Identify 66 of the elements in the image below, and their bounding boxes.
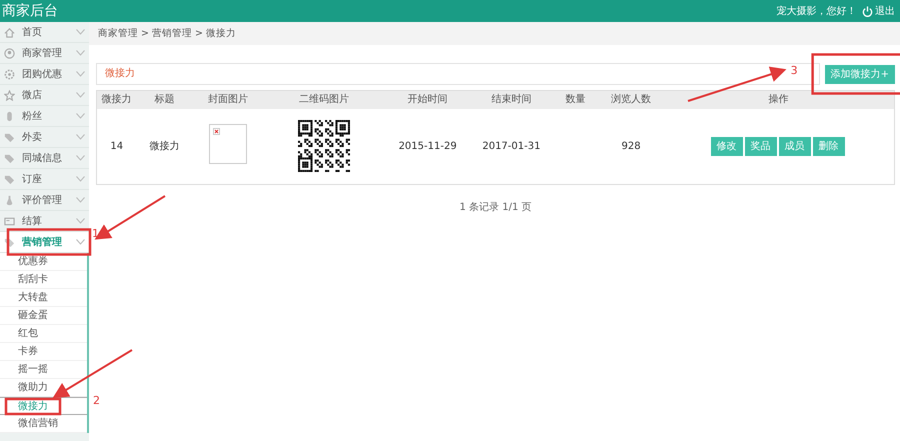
tag-icon [4, 174, 15, 184]
submenu-item[interactable]: 大转盘 [0, 289, 87, 307]
submenu-item[interactable]: 红包 [0, 325, 87, 343]
annotation-arrow [94, 195, 166, 240]
table-cell: 2015-11-29 [398, 140, 457, 152]
chevron-icon [76, 176, 85, 182]
chevron-icon [76, 113, 85, 119]
house-icon [4, 26, 15, 38]
submenu-item[interactable]: 微信营销 [0, 415, 87, 433]
broken-image-icon [209, 124, 248, 164]
submenu-item[interactable]: 砸金蛋 [0, 307, 87, 325]
user-icon [4, 48, 15, 58]
chevron-icon [76, 239, 85, 245]
breadcrumb: 商家管理 > 营销管理 > 微接力 [89, 22, 900, 45]
table-cell: 2017-01-31 [482, 140, 540, 152]
pagination-text: 1 条记录 1/1 页 [460, 202, 532, 213]
chevron-icon [76, 134, 85, 140]
app-title: 商家后台 [1, 2, 58, 21]
sidebar-item[interactable]: 评价管理 [0, 190, 89, 211]
column-header: 操作 [663, 90, 894, 108]
sidebar-item[interactable]: 团购优惠 [0, 64, 89, 85]
column-header: 结束时间 [472, 90, 552, 108]
tag-icon [4, 236, 15, 248]
power-icon [862, 6, 872, 16]
sidebar-item[interactable]: 同城信息 [0, 148, 89, 169]
column-header: 微接力 [96, 90, 136, 108]
column-header: 标题 [136, 90, 192, 108]
table-cell: 928 [622, 140, 641, 152]
column-header: 浏览人数 [599, 90, 664, 108]
submenu-item[interactable]: 微接力 [0, 397, 87, 415]
sidebar-item[interactable]: 营销管理 [0, 232, 89, 253]
sidebar-item[interactable]: 粉丝 [0, 106, 89, 127]
chevron-icon [76, 92, 85, 98]
annotation-number: 2 [93, 393, 100, 409]
sidebar-item[interactable]: 微店 [0, 85, 89, 106]
submenu-item[interactable]: 刮刮卡 [0, 271, 87, 289]
chevron-icon [76, 29, 85, 35]
column-header: 二维码图片 [264, 90, 384, 108]
sidebar-item[interactable]: 外卖 [0, 127, 89, 148]
highlight-box [4, 398, 62, 416]
chevron-icon [76, 218, 85, 224]
gear-icon [4, 68, 15, 80]
card-icon [4, 216, 15, 226]
column-header: 数量 [551, 90, 600, 108]
column-header: 开始时间 [384, 90, 472, 108]
greeting-text: 宠大摄影，您好！ [776, 4, 856, 18]
submenu-item[interactable]: 摇一摇 [0, 361, 87, 379]
star-icon [4, 90, 15, 100]
sidebar-item[interactable]: 商家管理 [0, 43, 89, 64]
chevron-icon [76, 71, 85, 77]
bottle-icon [4, 194, 15, 206]
table-cell: 微接力 [149, 140, 180, 152]
submenu-item[interactable]: 优惠券 [0, 253, 87, 271]
qr-code-drawing [298, 120, 350, 172]
table-cell: 14 [110, 140, 124, 152]
annotation-number: 3 [790, 62, 798, 78]
tag-icon [4, 132, 15, 142]
chevron-icon [76, 197, 85, 203]
submenu-item[interactable]: 微助力 [0, 379, 87, 397]
logout-link[interactable]: 退出 [862, 4, 895, 18]
tag-icon [4, 152, 15, 164]
submenu-item[interactable]: 卡券 [0, 343, 87, 361]
column-header: 封面图片 [192, 90, 264, 108]
chevron-icon [76, 155, 85, 161]
sidebar-item[interactable]: 订座 [0, 169, 89, 190]
chevron-icon [76, 50, 85, 56]
